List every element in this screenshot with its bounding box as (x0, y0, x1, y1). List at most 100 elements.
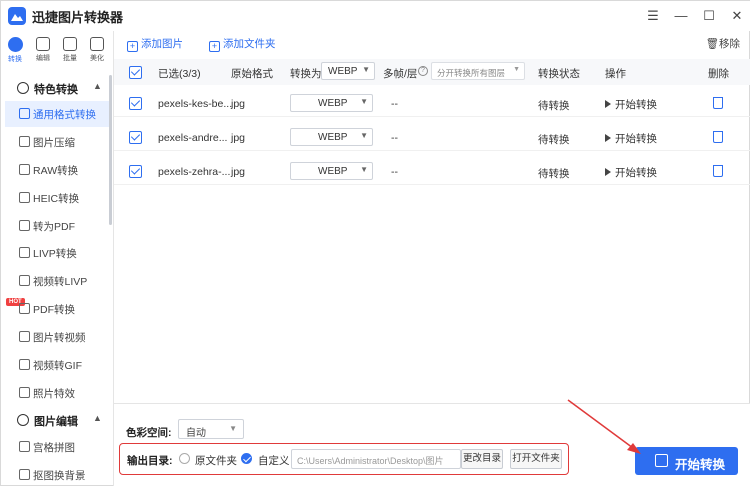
sidebar: 转换 编辑 批量 美化 特色转换 ▲ 通用格式转换 图片压缩 RAW转换 HEI… (1, 33, 113, 486)
add-folder-icon: + (209, 41, 220, 52)
tab-label: 编辑 (36, 55, 50, 62)
header-status: 转换状态 (538, 68, 580, 80)
feature-icon (17, 82, 29, 94)
row-checkbox[interactable] (129, 97, 142, 110)
output-path-field[interactable]: C:\Users\Administrator\Desktop\图片 (291, 449, 461, 469)
sidebar-item-pdf-convert[interactable]: PDF转换 (5, 296, 109, 322)
sidebar-item-label: 图片转视频 (33, 332, 86, 344)
sidebar-item-label: RAW转换 (33, 165, 79, 177)
file-name: pexels-andre... (158, 132, 228, 144)
sidebar-item-label: 照片特效 (33, 388, 75, 400)
sidebar-item-label: 宫格拼图 (33, 442, 75, 454)
sidebar-item-compress[interactable]: 图片压缩 (5, 129, 109, 155)
collapse-icon: ▲ (93, 81, 102, 91)
delete-icon[interactable] (713, 131, 723, 143)
delete-icon[interactable] (713, 97, 723, 109)
sidebar-item-video-to-gif[interactable]: 视频转GIF (5, 352, 109, 378)
add-folder-label: 添加文件夹 (223, 38, 276, 50)
start-convert-link[interactable]: 开始转换 (605, 131, 657, 146)
compress-icon (19, 136, 30, 147)
remove-button[interactable]: 🗑移除 (706, 36, 740, 51)
tab-convert[interactable]: 转换 (3, 35, 27, 65)
target-format-select[interactable]: WEBP ▼ (290, 162, 373, 180)
table-row[interactable]: pexels-zehra-... jpg WEBP ▼ -- 待转换 开始转换 (114, 157, 750, 185)
radio-custom[interactable] (241, 453, 252, 464)
sidebar-item-label: 转为PDF (33, 221, 75, 233)
color-space-select[interactable]: 自动 ▼ (178, 419, 244, 439)
output-label: 输出目录: (127, 455, 173, 467)
menu-icon[interactable]: ☰ (641, 5, 665, 27)
start-label: 开始转换 (675, 458, 726, 472)
tab-label: 转换 (8, 56, 22, 63)
header-multi: 多帧/层 (383, 68, 418, 80)
start-convert-button[interactable]: 开始转换 (635, 447, 738, 475)
add-image-button[interactable]: + 添加图片 (127, 36, 183, 52)
color-space-value: 自动 (186, 428, 206, 439)
start-convert-link[interactable]: 开始转换 (605, 97, 657, 112)
sidebar-item-photo-effects[interactable]: 照片特效 (5, 380, 109, 406)
sidebar-item-livp[interactable]: LIVP转换 (5, 240, 109, 266)
sidebar-item-label: PDF转换 (33, 304, 75, 316)
table-row[interactable]: pexels-kes-be... jpg WEBP ▼ -- 待转换 开始转换 (114, 89, 750, 117)
action-label: 开始转换 (615, 167, 657, 179)
target-format-select[interactable]: WEBP ▼ (290, 94, 373, 112)
sidebar-item-grid-puzzle[interactable]: 宫格拼图 (5, 434, 109, 460)
action-label: 开始转换 (615, 133, 657, 145)
table-row[interactable]: pexels-andre... jpg WEBP ▼ -- 待转换 开始转换 (114, 123, 750, 151)
sidebar-item-video-to-livp[interactable]: 视频转LIVP (5, 268, 109, 294)
app-title: 迅捷图片转换器 (32, 10, 124, 25)
multi-layer-select[interactable]: 分开转换所有图层 ▼ (431, 62, 525, 80)
delete-icon[interactable] (713, 165, 723, 177)
sidebar-item-general-convert[interactable]: 通用格式转换 (5, 101, 109, 127)
convert-all-format-select[interactable]: WEBP ▼ (321, 62, 375, 80)
format-value: WEBP (318, 166, 348, 177)
effects-icon (19, 387, 30, 398)
radio-original-folder[interactable] (179, 453, 190, 464)
sidebar-item-image-to-video[interactable]: 图片转视频 (5, 324, 109, 350)
group-image-edit[interactable]: 图片编辑 ▲ (1, 409, 109, 431)
sidebar-item-raw[interactable]: RAW转换 (5, 157, 109, 183)
header-action: 操作 (605, 68, 626, 80)
minimize-button[interactable]: — (669, 5, 693, 27)
sidebar-item-to-pdf[interactable]: 转为PDF (5, 213, 109, 239)
sidebar-item-label: 视频转GIF (33, 360, 82, 372)
target-format-select[interactable]: WEBP ▼ (290, 128, 373, 146)
sidebar-item-heic[interactable]: HEIC转换 (5, 185, 109, 211)
chevron-down-icon: ▼ (360, 165, 368, 174)
remove-label: 移除 (719, 38, 740, 50)
add-folder-button[interactable]: + 添加文件夹 (209, 36, 276, 52)
multi-value: -- (391, 132, 398, 144)
format-value: WEBP (318, 132, 348, 143)
select-all-checkbox[interactable] (129, 66, 142, 79)
tab-batch[interactable]: 批量 (58, 35, 82, 65)
start-convert-link[interactable]: 开始转换 (605, 165, 657, 180)
sidebar-item-label: HEIC转换 (33, 193, 80, 205)
tab-edit[interactable]: 编辑 (31, 35, 55, 65)
file-format: jpg (231, 166, 246, 178)
multi-value: -- (391, 166, 398, 178)
multi-value: -- (391, 98, 398, 110)
help-icon[interactable]: ? (418, 66, 428, 76)
image-video-icon (19, 331, 30, 342)
group-title: 特色转换 (34, 84, 78, 96)
row-checkbox[interactable] (129, 131, 142, 144)
tab-beautify[interactable]: 美化 (85, 35, 109, 65)
heic-icon (19, 192, 30, 203)
header-delete: 删除 (708, 68, 729, 80)
group-feature-convert[interactable]: 特色转换 ▲ (1, 77, 109, 99)
trash-icon: 🗑 (705, 38, 719, 50)
action-label: 开始转换 (615, 99, 657, 111)
format-value: WEBP (318, 98, 348, 109)
sidebar-item-label: 图片压缩 (33, 137, 75, 149)
row-checkbox[interactable] (129, 165, 142, 178)
change-directory-button[interactable]: 更改目录 (461, 449, 503, 469)
rail-tabs: 转换 编辑 批量 美化 (1, 33, 113, 67)
maximize-button[interactable]: ☐ (697, 5, 721, 27)
sidebar-item-cutout[interactable]: 抠图换背景 (5, 462, 109, 486)
grid-icon (19, 441, 30, 452)
close-button[interactable]: ✕ (725, 5, 749, 27)
open-folder-button[interactable]: 打开文件夹 (510, 449, 562, 469)
batch-icon (63, 37, 77, 51)
sidebar-scrollbar[interactable] (109, 75, 112, 225)
convert-icon (7, 37, 23, 52)
